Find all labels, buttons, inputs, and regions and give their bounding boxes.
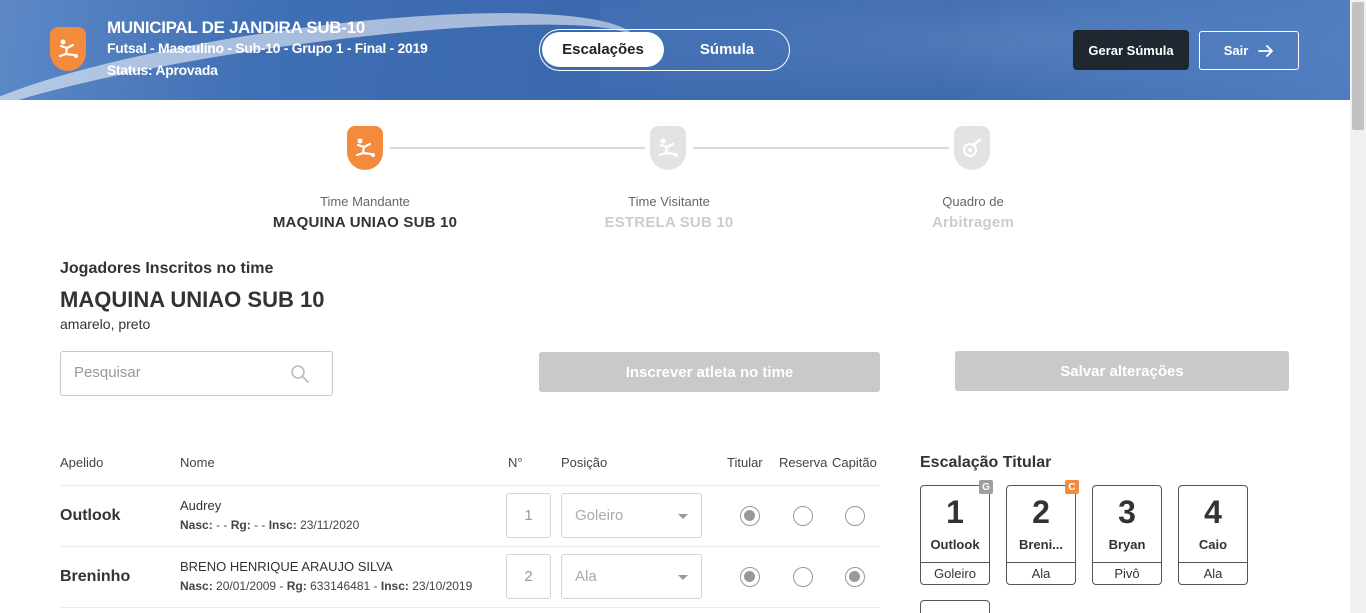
view-toggle: Escalações Súmula xyxy=(539,29,790,71)
player-kick-icon xyxy=(58,39,78,58)
inscrever-atleta-button[interactable]: Inscrever atleta no time xyxy=(539,352,880,392)
row-meta: Nasc: - - Rg: - - Insc: 23/11/2020 xyxy=(180,518,360,532)
capitao-radio[interactable] xyxy=(845,506,865,526)
gerar-sumula-button[interactable]: Gerar Súmula xyxy=(1073,30,1189,70)
step-away-label: Time Visitante xyxy=(628,194,710,209)
row-nome: BRENO HENRIQUE ARAUJO SILVA xyxy=(180,559,393,574)
salvar-alteracoes-button[interactable]: Salvar alterações xyxy=(955,351,1289,391)
stepper-connector-1 xyxy=(390,147,645,149)
team-shield-icon xyxy=(50,27,86,71)
row-nome: Audrey xyxy=(180,498,222,513)
table-divider xyxy=(60,546,880,547)
posicao-select[interactable]: Goleiro xyxy=(561,493,702,538)
sair-label: Sair xyxy=(1223,43,1249,58)
tab-sumula[interactable]: Súmula xyxy=(668,32,786,67)
competition-title: MUNICIPAL DE JANDIRA SUB-10 xyxy=(107,18,365,37)
team-name: MAQUINA UNIAO SUB 10 xyxy=(60,287,325,312)
posicao-select[interactable]: Ala xyxy=(561,554,702,599)
competition-subtitle: Futsal - Masculino - Sub-10 - Grupo 1 - … xyxy=(107,40,428,56)
numero-input[interactable]: 1 xyxy=(506,493,551,538)
table-divider xyxy=(60,607,880,608)
capitao-radio[interactable] xyxy=(845,567,865,587)
row-apelido: Outlook xyxy=(60,507,121,524)
col-header-nome: Nome xyxy=(180,455,215,470)
search-icon[interactable] xyxy=(290,364,310,384)
reserva-radio[interactable] xyxy=(793,506,813,526)
numero-input[interactable]: 2 xyxy=(506,554,551,599)
goalkeeper-badge: G xyxy=(979,480,993,494)
card-name: Bryan xyxy=(1108,537,1146,552)
card-position: Ala xyxy=(1007,562,1075,585)
whistle-icon xyxy=(962,138,982,158)
chevron-down-icon xyxy=(678,575,688,580)
search-input[interactable] xyxy=(74,364,274,381)
chevron-down-icon xyxy=(678,514,688,519)
player-kick-icon xyxy=(658,138,678,157)
table-divider xyxy=(60,485,880,486)
col-header-posicao: Posição xyxy=(561,455,608,470)
card-position: Goleiro xyxy=(921,562,989,585)
card-name: Caio xyxy=(1198,537,1228,552)
lineup-card[interactable] xyxy=(920,600,990,613)
col-header-capitao: Capitão xyxy=(832,455,877,470)
step-away-team-icon[interactable] xyxy=(650,126,686,170)
step-referee-icon[interactable] xyxy=(954,126,990,170)
card-position: Ala xyxy=(1179,562,1247,585)
col-header-titular: Titular xyxy=(727,455,763,470)
card-name: Breni... xyxy=(1018,537,1064,552)
team-colors: amarelo, preto xyxy=(60,316,151,332)
card-number: 1 xyxy=(946,494,964,530)
posicao-value: Goleiro xyxy=(575,507,624,524)
row-apelido: Breninho xyxy=(60,568,131,585)
arrow-right-icon xyxy=(1258,44,1274,57)
search-box xyxy=(60,351,333,396)
step-home-value: MAQUINA UNIAO SUB 10 xyxy=(272,214,458,231)
scrollbar-thumb[interactable] xyxy=(1352,2,1364,130)
row-meta: Nasc: 20/01/2009 - Rg: 633146481 - Insc:… xyxy=(180,579,473,593)
lineup-card[interactable]: 3 Bryan Pivô xyxy=(1092,485,1162,585)
lineup-card[interactable]: 2 Breni... Ala xyxy=(1006,485,1076,585)
posicao-value: Ala xyxy=(575,568,597,585)
player-kick-icon xyxy=(355,138,375,157)
tab-escalacoes[interactable]: Escalações xyxy=(542,32,664,67)
sair-button[interactable]: Sair xyxy=(1199,31,1299,70)
card-name: Outlook xyxy=(930,537,980,552)
stepper-connector-2 xyxy=(693,147,949,149)
competition-status: Status: Aprovada xyxy=(107,62,218,78)
reserva-radio[interactable] xyxy=(793,567,813,587)
step-away-value: ESTRELA SUB 10 xyxy=(604,214,734,231)
titular-radio[interactable] xyxy=(740,506,760,526)
col-header-numero: N° xyxy=(508,455,523,470)
captain-badge: C xyxy=(1065,480,1079,494)
escalacao-title: Escalação Titular xyxy=(920,454,1052,471)
card-position: Pivô xyxy=(1093,562,1161,585)
card-number: 3 xyxy=(1118,494,1136,530)
step-referee-value: Arbitragem xyxy=(931,214,1015,231)
lineup-card[interactable]: 1 Outlook Goleiro xyxy=(920,485,990,585)
titular-radio[interactable] xyxy=(740,567,760,587)
lineup-card[interactable]: 4 Caio Ala xyxy=(1178,485,1248,585)
col-header-apelido: Apelido xyxy=(60,455,104,470)
step-home-team-icon[interactable] xyxy=(347,126,383,170)
col-header-reserva: Reserva xyxy=(779,455,828,470)
step-referee-label: Quadro de xyxy=(942,194,1004,209)
step-home-label: Time Mandante xyxy=(320,194,410,209)
card-number: 4 xyxy=(1204,494,1222,530)
card-number: 2 xyxy=(1032,494,1050,530)
section-title: Jogadores Inscritos no time xyxy=(60,260,274,277)
